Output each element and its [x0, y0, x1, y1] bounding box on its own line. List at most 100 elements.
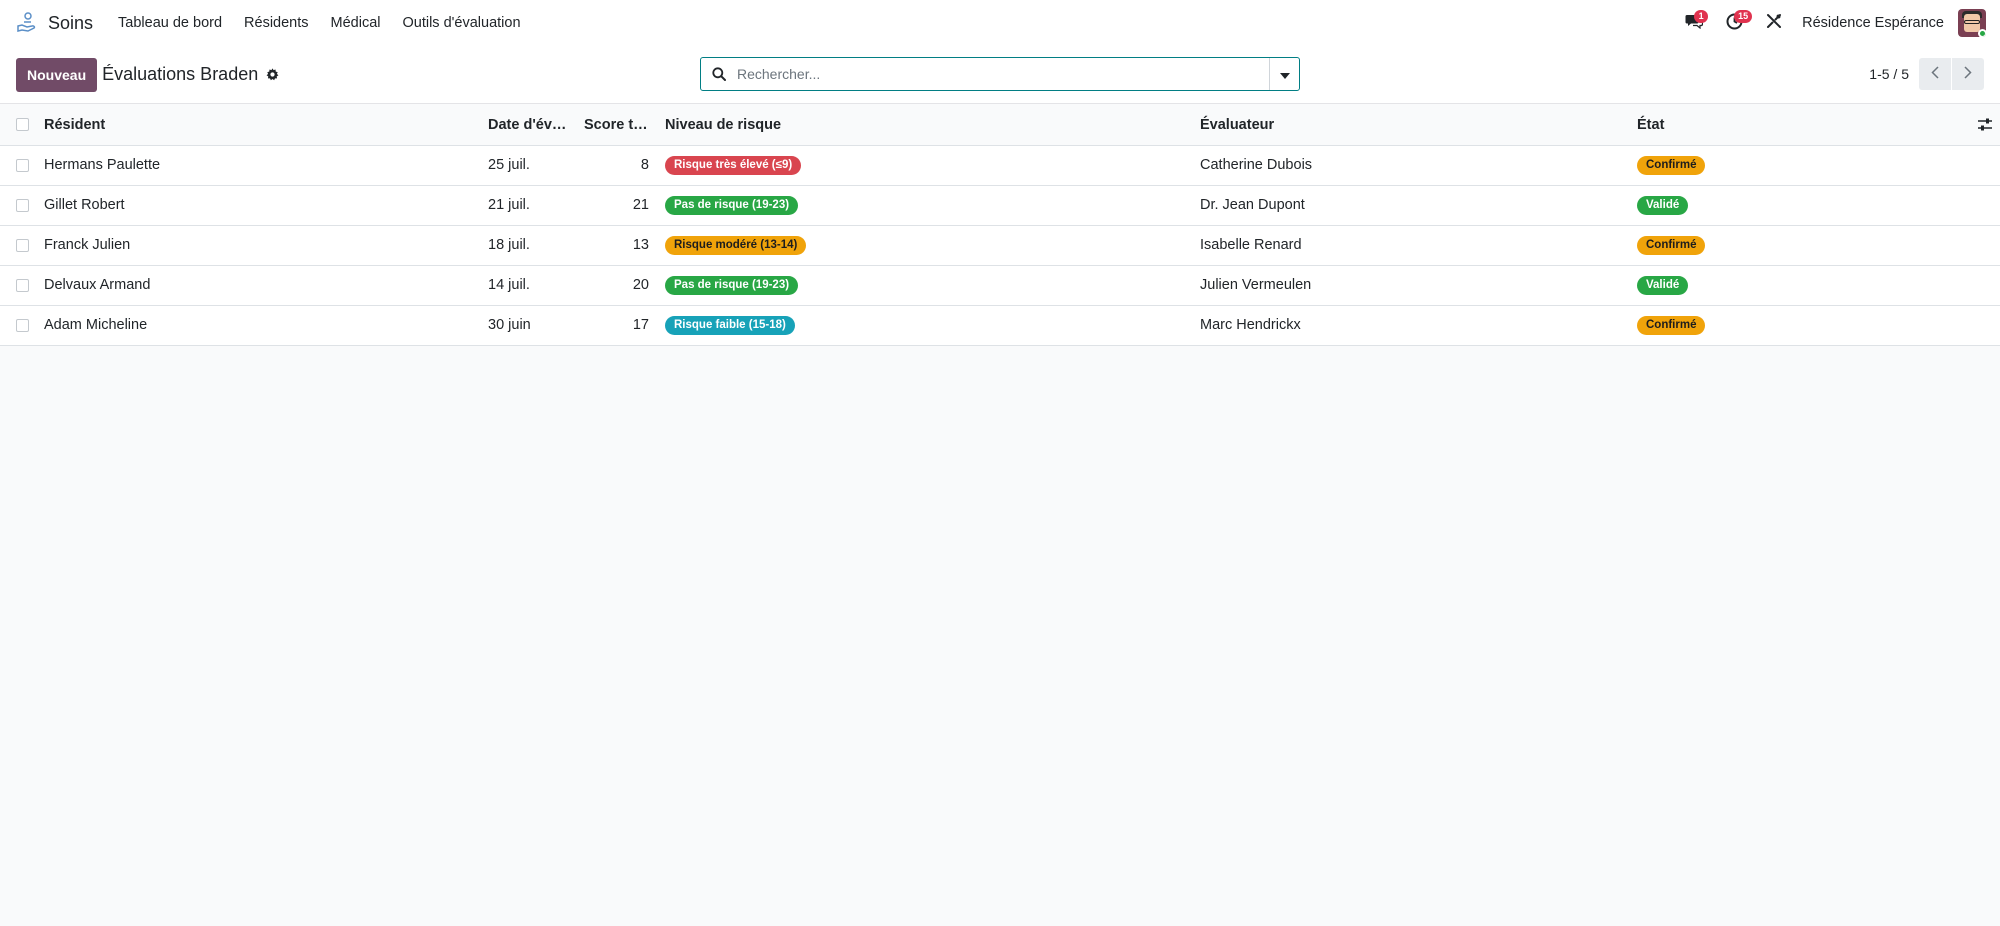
risk-level-badge: Risque modéré (13-14)	[665, 235, 807, 255]
row-select-cell	[0, 225, 36, 265]
cell-risk[interactable]: Risque faible (15-18)	[657, 305, 1192, 345]
gear-icon[interactable]	[266, 68, 280, 82]
row-select-cell	[0, 185, 36, 225]
cell-state[interactable]: Validé	[1629, 265, 1960, 305]
app-name: Soins	[48, 12, 94, 33]
row-spacer-cell	[1960, 185, 2000, 225]
pager-value[interactable]: 1-5 / 5	[1869, 66, 1909, 82]
cell-score[interactable]: 21	[576, 185, 657, 225]
cell-score[interactable]: 20	[576, 265, 657, 305]
company-switcher[interactable]: Résidence Espérance	[1802, 15, 1944, 31]
select-all-checkbox[interactable]	[16, 118, 29, 132]
cell-evaluator[interactable]: Isabelle Renard	[1192, 225, 1629, 265]
row-checkbox[interactable]	[16, 238, 29, 252]
caret-down-icon	[1279, 66, 1290, 83]
row-spacer-cell	[1960, 305, 2000, 345]
debug-tools-button[interactable]	[1754, 0, 1794, 46]
table-row[interactable]: Hermans Paulette 25 juil. 8 Risque très …	[0, 145, 2000, 185]
cell-date[interactable]: 18 juil.	[480, 225, 576, 265]
state-badge: Validé	[1637, 195, 1689, 215]
search-options-toggle[interactable]	[1269, 58, 1299, 90]
column-header-state[interactable]: État	[1629, 105, 1960, 146]
menu-item-dashboard[interactable]: Tableau de bord	[107, 15, 233, 31]
cell-risk[interactable]: Pas de risque (19-23)	[657, 185, 1192, 225]
cell-date[interactable]: 21 juil.	[480, 185, 576, 225]
main-menu: Tableau de bord Résidents Médical Outils…	[107, 15, 532, 31]
cell-evaluator[interactable]: Marc Hendrickx	[1192, 305, 1629, 345]
row-select-cell	[0, 305, 36, 345]
cell-state[interactable]: Validé	[1629, 185, 1960, 225]
new-button[interactable]: Nouveau	[16, 57, 98, 92]
table-row[interactable]: Adam Micheline 30 juin 17 Risque faible …	[0, 305, 2000, 345]
messages-button[interactable]: 1	[1674, 0, 1714, 46]
activities-button[interactable]: 15	[1714, 0, 1754, 46]
search-input[interactable]	[737, 59, 1269, 89]
cell-score[interactable]: 17	[576, 305, 657, 345]
cell-evaluator[interactable]: Catherine Dubois	[1192, 145, 1629, 185]
cell-score[interactable]: 8	[576, 145, 657, 185]
row-spacer-cell	[1960, 265, 2000, 305]
column-header-evaluator[interactable]: Évaluateur	[1192, 105, 1629, 146]
cell-resident[interactable]: Franck Julien	[36, 225, 480, 265]
state-badge: Confirmé	[1637, 235, 1706, 255]
column-header-score[interactable]: Score tot...	[576, 105, 657, 146]
cell-score[interactable]: 13	[576, 225, 657, 265]
risk-level-badge: Risque faible (15-18)	[665, 315, 795, 335]
online-status-dot	[1978, 29, 1986, 37]
cell-state[interactable]: Confirmé	[1629, 305, 1960, 345]
row-select-cell	[0, 145, 36, 185]
cell-evaluator[interactable]: Dr. Jean Dupont	[1192, 185, 1629, 225]
user-avatar[interactable]	[1958, 9, 1986, 37]
app-brand[interactable]: Soins	[14, 10, 93, 36]
select-all-cell	[0, 105, 36, 146]
state-badge: Validé	[1637, 275, 1689, 295]
pager-previous-button[interactable]	[1919, 58, 1951, 90]
chevron-right-icon	[1964, 65, 1972, 83]
messages-count-badge: 1	[1694, 10, 1709, 23]
cell-resident[interactable]: Hermans Paulette	[36, 145, 480, 185]
row-checkbox[interactable]	[16, 318, 29, 332]
cell-state[interactable]: Confirmé	[1629, 225, 1960, 265]
state-badge: Confirmé	[1637, 315, 1706, 335]
pager: 1-5 / 5	[1869, 58, 1984, 90]
top-navbar: Soins Tableau de bord Résidents Médical …	[0, 0, 2000, 46]
row-checkbox[interactable]	[16, 278, 29, 292]
cell-risk[interactable]: Pas de risque (19-23)	[657, 265, 1192, 305]
column-header-resident[interactable]: Résident	[36, 105, 480, 146]
cell-date[interactable]: 14 juil.	[480, 265, 576, 305]
row-spacer-cell	[1960, 225, 2000, 265]
menu-item-assessment-tools[interactable]: Outils d'évaluation	[391, 15, 531, 31]
table-row[interactable]: Franck Julien 18 juil. 13 Risque modéré …	[0, 225, 2000, 265]
row-checkbox[interactable]	[16, 158, 29, 172]
list-view: Résident Date d'éval... Score tot... Niv…	[0, 105, 2000, 346]
menu-item-medical[interactable]: Médical	[320, 15, 392, 31]
sliders-icon[interactable]	[1968, 118, 1992, 131]
cell-date[interactable]: 25 juil.	[480, 145, 576, 185]
column-header-date[interactable]: Date d'éval...	[480, 105, 576, 146]
cell-resident[interactable]: Gillet Robert	[36, 185, 480, 225]
risk-level-badge: Pas de risque (19-23)	[665, 275, 799, 295]
state-badge: Confirmé	[1637, 155, 1706, 175]
tools-icon	[1766, 13, 1782, 33]
search-bar	[700, 57, 1300, 91]
cell-risk[interactable]: Risque modéré (13-14)	[657, 225, 1192, 265]
care-hand-icon	[14, 10, 40, 36]
pager-next-button[interactable]	[1952, 58, 1984, 90]
menu-item-residents[interactable]: Résidents	[233, 15, 319, 31]
column-header-risk[interactable]: Niveau de risque	[657, 105, 1192, 146]
row-checkbox[interactable]	[16, 198, 29, 212]
activities-count-badge: 15	[1734, 10, 1753, 23]
risk-level-badge: Pas de risque (19-23)	[665, 195, 799, 215]
cell-risk[interactable]: Risque très élevé (≤9)	[657, 145, 1192, 185]
cell-resident[interactable]: Adam Micheline	[36, 305, 480, 345]
table-header-row: Résident Date d'éval... Score tot... Niv…	[0, 105, 2000, 146]
cell-evaluator[interactable]: Julien Vermeulen	[1192, 265, 1629, 305]
cell-resident[interactable]: Delvaux Armand	[36, 265, 480, 305]
table-row[interactable]: Gillet Robert 21 juil. 21 Pas de risque …	[0, 185, 2000, 225]
risk-level-badge: Risque très élevé (≤9)	[665, 155, 802, 175]
cell-date[interactable]: 30 juin	[480, 305, 576, 345]
evaluations-table: Résident Date d'éval... Score tot... Niv…	[0, 105, 2000, 346]
cell-state[interactable]: Confirmé	[1629, 145, 1960, 185]
table-row[interactable]: Delvaux Armand 14 juil. 20 Pas de risque…	[0, 265, 2000, 305]
page-title: Évaluations Braden	[102, 64, 259, 84]
